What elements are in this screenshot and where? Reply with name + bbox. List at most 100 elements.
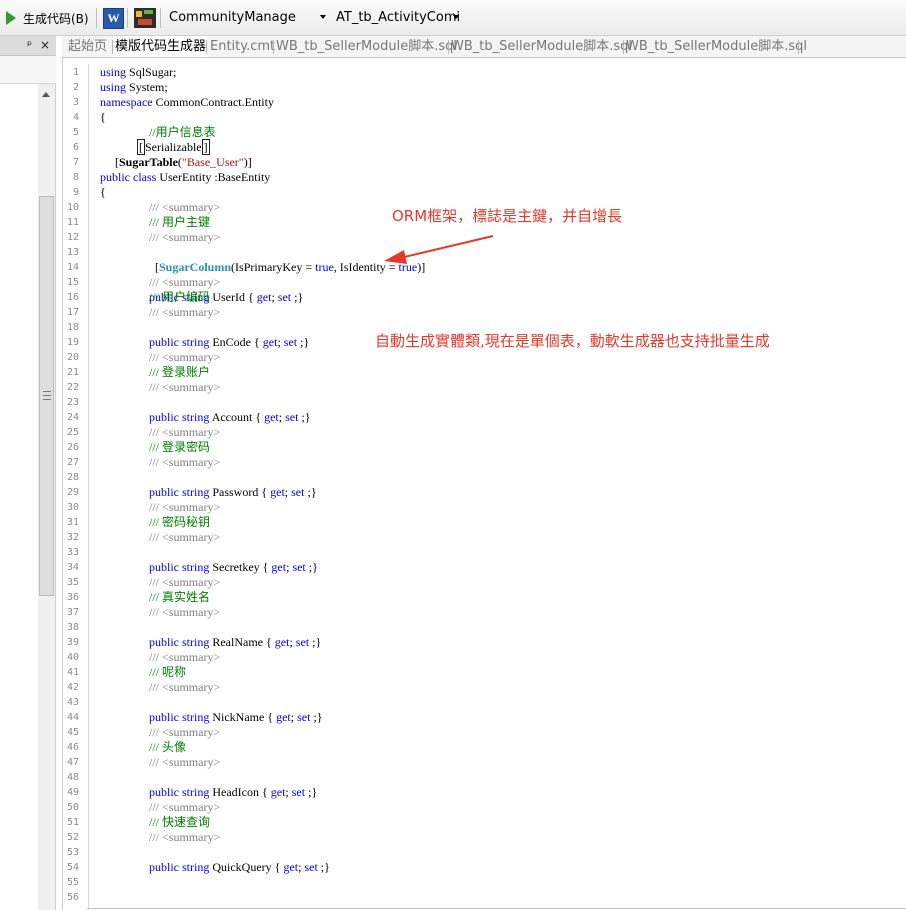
code-line: /// <summary> <box>149 605 221 619</box>
line-number: 30 <box>66 502 79 513</box>
line-number: 5 <box>72 127 79 138</box>
code-editor[interactable]: 1 2 3 4 5 6 7 8 9 10 11 12 13 14 15 16 17 18 19 20 21 22 23 24 2… <box>62 58 906 910</box>
tab-template-generator[interactable]: 模版代码生成器 <box>114 36 207 57</box>
code-line: /// <summary> <box>149 275 221 289</box>
pin-icon[interactable]: ᵖ <box>27 38 32 52</box>
grip-icon <box>43 391 51 400</box>
code-line: /// 真实姓名 <box>149 590 211 604</box>
line-number: 42 <box>66 682 79 693</box>
code-line: public string Password { get; set ;} <box>149 485 317 499</box>
code-line: using System; <box>100 80 168 94</box>
line-number: 27 <box>66 457 79 468</box>
code-line: [Serializable] <box>137 139 210 155</box>
close-icon[interactable]: × <box>40 38 50 52</box>
code-line: public string HeadIcon { get; set ;} <box>149 785 318 799</box>
editor-bottom-border <box>87 908 906 909</box>
line-number: 33 <box>66 547 79 558</box>
tab-start-page[interactable]: 起始页 <box>68 36 112 57</box>
code-line: /// <summary> <box>149 350 221 364</box>
code-line: namespace CommonContract.Entity <box>100 95 274 109</box>
line-number: 45 <box>66 727 79 738</box>
tab-sql-script-1[interactable]: WB_tb_SellerModule脚本.sql <box>276 36 457 57</box>
line-number: 43 <box>66 697 79 708</box>
line-number: 40 <box>66 652 79 663</box>
code-line: public string Account { get; set ;} <box>149 410 311 424</box>
scroll-up-icon[interactable] <box>42 92 50 97</box>
code-line: /// <summary> <box>149 305 221 319</box>
line-number: 34 <box>66 562 79 573</box>
line-number: 3 <box>72 97 79 108</box>
code-line: [SugarTable("Base_User")] <box>115 155 252 169</box>
toolbar-separator <box>96 8 97 28</box>
annotation-orm-primary-key: ORM框架，標誌是主鍵，并自增長 <box>392 207 623 225</box>
line-number: 50 <box>66 802 79 813</box>
code-line: /// 快速查询 <box>149 815 211 829</box>
tab-separator <box>448 40 449 54</box>
panel-header: ᵖ × <box>0 36 56 56</box>
code-line: /// <summary> <box>149 425 221 439</box>
generate-code-label: 生成代码(B) <box>23 11 89 26</box>
line-number: 2 <box>72 82 79 93</box>
code-line: /// <summary> <box>149 575 221 589</box>
line-number: 54 <box>66 862 79 873</box>
document-tabs: 起始页 模版代码生成器 Entity.cmt WB_tb_SellerModul… <box>62 36 906 58</box>
code-line: /// 登录账户 <box>149 365 211 379</box>
toolbar: 生成代码(B) W CommunityManage AT_tb_Activity… <box>0 0 906 36</box>
tab-separator <box>623 40 624 54</box>
line-number: 53 <box>66 847 79 858</box>
line-number: 49 <box>66 787 79 798</box>
code-line: /// <summary> <box>149 830 221 844</box>
chevron-down-icon[interactable] <box>320 15 326 19</box>
table-select[interactable]: AT_tb_ActivityComi <box>336 8 460 28</box>
code-line: /// 头像 <box>149 740 187 754</box>
gutter-divider <box>88 64 89 910</box>
line-number: 13 <box>66 247 79 258</box>
code-line: /// <summary> <box>149 800 221 814</box>
code-line: //用户信息表 <box>149 125 216 139</box>
tab-separator <box>798 40 799 54</box>
code-line: /// <summary> <box>149 530 221 544</box>
chevron-down-icon[interactable] <box>453 15 459 19</box>
code-line: public string QuickQuery { get; set ;} <box>149 860 330 874</box>
tab-separator <box>273 40 274 54</box>
line-number: 39 <box>66 637 79 648</box>
line-number: 16 <box>66 292 79 303</box>
codesmith-app-icon[interactable] <box>134 8 156 28</box>
code-line: /// 呢称 <box>149 665 187 679</box>
line-number: 14 <box>66 262 79 273</box>
line-number: 52 <box>66 832 79 843</box>
toolbar-separator <box>127 8 128 28</box>
line-number: 23 <box>66 397 79 408</box>
line-number: 38 <box>66 622 79 633</box>
tab-entity-cmt[interactable]: Entity.cmt <box>210 36 275 57</box>
code-line: /// <summary> <box>149 500 221 514</box>
code-line: /// <summary> <box>149 725 221 739</box>
line-number: 48 <box>66 772 79 783</box>
line-number: 1 <box>72 67 79 78</box>
code-line: /// 密码秘钥 <box>149 515 211 529</box>
scrollbar-thumb[interactable] <box>39 196 54 596</box>
toolbar-separator <box>160 8 161 28</box>
line-number: 32 <box>66 532 79 543</box>
generate-code-button[interactable]: 生成代码(B) <box>2 0 89 36</box>
tab-sql-script-2[interactable]: WB_tb_SellerModule脚本.sql <box>451 36 632 57</box>
line-number: 56 <box>66 892 79 903</box>
panel-tree[interactable] <box>0 84 38 910</box>
play-icon <box>6 11 16 25</box>
tab-sql-script-3[interactable]: WB_tb_SellerModule脚本.sql <box>626 36 807 57</box>
line-number: 51 <box>66 817 79 828</box>
code-line: public string RealName { get; set ;} <box>149 635 322 649</box>
code-line: { <box>100 110 106 124</box>
annotation-auto-generate: 自動生成實體類,現在是單個表，動軟生成器也支持批量生成 <box>375 332 770 350</box>
vertical-scrollbar[interactable] <box>38 86 55 910</box>
database-select[interactable]: CommunityManage <box>169 8 327 28</box>
code-line: public string Secretkey { get; set ;} <box>149 560 318 574</box>
line-number: 6 <box>72 142 79 153</box>
line-number: 8 <box>72 172 79 183</box>
line-number: 46 <box>66 742 79 753</box>
word-icon[interactable]: W <box>103 8 124 29</box>
line-number: 11 <box>66 217 79 228</box>
line-number: 12 <box>66 232 79 243</box>
line-number: 17 <box>66 307 79 318</box>
line-number: 18 <box>66 322 79 333</box>
